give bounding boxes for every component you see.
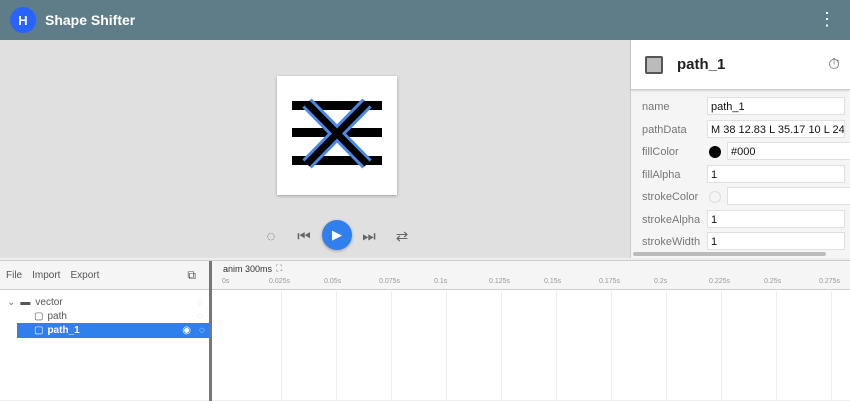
timeline-gridline [391,291,392,401]
layer-item-vector[interactable]: ⌄ ▬ vector ◌ [0,295,209,310]
fill-color-swatch[interactable] [709,146,721,158]
timeline-tick: 0.025s [269,278,291,285]
timeline-gridline [501,291,502,401]
bottom-panel: File Import Export ⧉ ⌄ ▬ vector ◌ ▢ path… [0,260,850,401]
timer-icon[interactable]: ◌ [197,311,203,322]
prop-label: name [642,101,670,113]
timeline-tick: 0.25s [764,278,782,285]
timeline-gridline [776,291,777,401]
timeline-tick: 0.1s [434,278,448,285]
app-title: Shape Shifter [45,12,136,28]
prop-label: fillColor [642,146,679,158]
timeline-tick: 0.175s [599,278,621,285]
prop-label: strokeColor [642,191,699,203]
timeline-gridline [611,291,612,401]
prop-row-fillcolor: fillColor #000 [631,142,850,162]
vector-preview [292,98,382,169]
play-button[interactable]: ▶ [322,220,352,250]
skip-previous-icon[interactable]: ⏮ [294,226,314,246]
timeline-header: anim 300ms ⛶ 0s 0.025s 0.05s 0.075s 0.1s 0.12… [212,261,850,290]
canvas-area: ◌ ⏮ ▶ ⏭ ⇄ [0,40,630,258]
path-icon: ▢ [34,311,44,322]
artboard[interactable] [277,76,397,195]
strokealpha-input[interactable]: 1 [707,210,845,228]
export-menu[interactable]: Export [70,270,99,281]
timeline-gridline [446,291,447,401]
image-icon: ▬ [20,297,31,308]
timer-icon[interactable]: ◌ [197,297,203,308]
prop-label: strokeWidth [642,236,701,248]
timeline-gridline [721,291,722,401]
properties-panel: path_1 ⏱ name path_1 pathData M 38 12.83… [630,40,850,258]
timeline-gridline [831,291,832,401]
layer-label: vector [35,297,63,308]
chevron-down-icon[interactable]: ⌄ [7,297,15,308]
prop-row-strokecolor: strokeColor [631,187,850,207]
timeline-gridline [281,291,282,401]
layer-label: path_1 [47,325,80,336]
strokewidth-input[interactable]: 1 [707,232,845,250]
eye-icon[interactable]: ◉ [182,325,191,336]
animation-title: anim 300ms [223,264,273,274]
fillalpha-input[interactable]: 1 [707,165,845,183]
app-toolbar: H Shape Shifter ⋮ [0,0,850,40]
timeline-tick: 0s [222,278,230,285]
skip-next-icon[interactable]: ⏭ [359,226,379,246]
repeat-icon[interactable]: ⇄ [392,226,412,246]
timeline-gridline [556,291,557,401]
timeline-tick: 0.05s [324,278,342,285]
pathdata-input[interactable]: M 38 12.83 L 35.17 10 L 24 [707,120,845,138]
stroke-color-swatch[interactable] [709,191,721,203]
timeline-tick: 0.2s [654,278,668,285]
horizontal-scrollbar[interactable] [633,252,826,256]
prop-row-fillalpha: fillAlpha 1 [631,165,850,185]
prop-label: pathData [642,124,687,136]
file-menu[interactable]: File [6,270,22,281]
prop-row-strokealpha: strokeAlpha 1 [631,210,850,230]
prop-row-strokewidth: strokeWidth 1 [631,232,850,252]
layers-toolbar: File Import Export ⧉ [0,261,210,290]
properties-title: path_1 [677,56,726,73]
timeline-gridline [336,291,337,401]
prop-row-name: name path_1 [631,97,850,117]
fillcolor-input[interactable]: #000 [727,142,850,160]
properties-header: path_1 ⏱ [631,40,850,90]
timeline-tick: 0.275s [819,278,841,285]
layer-label: path [47,311,67,322]
timeline-tick: 0.125s [489,278,511,285]
name-input[interactable]: path_1 [707,97,845,115]
timeline-gridline [666,291,667,401]
add-layer-icon[interactable]: ⧉ [187,268,196,283]
layer-item-path[interactable]: ▢ path ◌ [0,309,209,324]
speed-icon[interactable]: ◌ [261,226,281,246]
prop-label: strokeAlpha [642,214,701,226]
import-menu[interactable]: Import [32,270,60,281]
prop-label: fillAlpha [642,169,681,181]
path-icon: ▢ [34,325,44,336]
strokecolor-input[interactable] [727,187,850,205]
timeline-tick: 0.075s [379,278,401,285]
more-vert-icon[interactable]: ⋮ [818,10,836,28]
layer-item-path-1[interactable]: ▢ path_1 ◉ ◌ [17,323,209,338]
app-logo: H [10,7,36,33]
fullscreen-icon[interactable]: ⛶ [276,263,282,274]
prop-row-pathdata: pathData M 38 12.83 L 35.17 10 L 24 [631,120,850,140]
timer-icon[interactable]: ⏱ [828,56,840,73]
path-icon [645,55,663,74]
timeline-tick: 0.15s [544,278,562,285]
timeline-tick: 0.225s [709,278,731,285]
timer-icon[interactable]: ◌ [199,325,205,336]
